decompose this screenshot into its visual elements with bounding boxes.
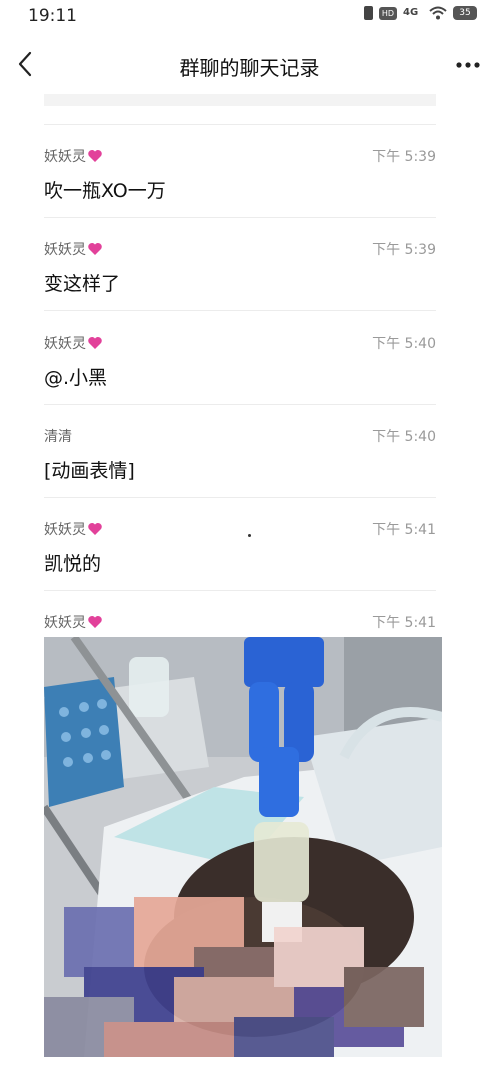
divider [44, 404, 436, 405]
sender-name: 清清 [44, 429, 72, 445]
message-time: 下午 5:40 [372, 429, 436, 445]
sender-row: 妖妖灵 [44, 239, 103, 259]
vibrate-icon [364, 6, 373, 20]
network-label: 4G [403, 7, 419, 18]
more-dots-icon[interactable] [455, 56, 481, 74]
sender-row: 清清 [44, 426, 72, 446]
battery-icon: 35 [453, 6, 477, 20]
heart-icon [88, 616, 102, 628]
hospital-photo [44, 637, 442, 1057]
divider [44, 124, 436, 125]
message-text: 凯悦的 [44, 553, 102, 575]
status-icons: HD 4G 35 [364, 6, 477, 20]
nav-bar: 群聊的聊天记录 [0, 34, 499, 96]
sender-name: 妖妖灵 [44, 242, 86, 258]
message-time: 下午 5:41 [372, 615, 436, 631]
heart-icon [88, 523, 102, 535]
divider [44, 497, 436, 498]
status-time: 19:11 [28, 6, 77, 26]
divider [44, 590, 436, 591]
page-title: 群聊的聊天记录 [179, 56, 320, 80]
list-item[interactable]: 妖妖灵 下午 5:39 吹一瓶XO一万 [44, 146, 436, 206]
4g-signal-icon: 4G [403, 6, 423, 20]
sender-row: 妖妖灵 [44, 519, 103, 539]
sender-name: 妖妖灵 [44, 336, 86, 352]
sender-name: 妖妖灵 [44, 522, 86, 538]
sender-name: 妖妖灵 [44, 615, 86, 631]
sender-row: 妖妖灵 [44, 146, 103, 166]
message-time: 下午 5:39 [372, 242, 436, 258]
message-text: 吹一瓶XO一万 [44, 180, 166, 202]
list-item: 妖妖灵 下午 5:41 [44, 612, 436, 634]
heart-icon [88, 337, 102, 349]
message-text: 变这样了 [44, 273, 121, 295]
wifi-icon [429, 6, 447, 20]
sender-name: 妖妖灵 [44, 149, 86, 165]
heart-icon [88, 150, 102, 162]
list-item[interactable]: 妖妖灵 下午 5:40 @.小黑 [44, 333, 436, 393]
message-text: [动画表情] [44, 460, 135, 482]
message-time: 下午 5:40 [372, 336, 436, 352]
heart-icon [88, 243, 102, 255]
message-time: 下午 5:41 [372, 522, 436, 538]
sender-row: 妖妖灵 [44, 333, 103, 353]
sender-row: 妖妖灵 [44, 612, 103, 632]
hd-icon: HD [379, 6, 397, 20]
list-item[interactable]: 妖妖灵 下午 5:41 凯悦的 [44, 519, 436, 579]
list-item[interactable]: 清清 下午 5:40 [动画表情] [44, 426, 436, 486]
message-image[interactable] [44, 637, 442, 1057]
message-time: 下午 5:39 [372, 149, 436, 165]
previous-message-strip [44, 94, 436, 106]
divider [44, 310, 436, 311]
message-text: @.小黑 [44, 367, 108, 389]
divider [44, 217, 436, 218]
stray-dot [248, 534, 251, 537]
status-bar: 19:11 HD 4G 35 [0, 0, 499, 34]
list-item[interactable]: 妖妖灵 下午 5:39 变这样了 [44, 239, 436, 299]
